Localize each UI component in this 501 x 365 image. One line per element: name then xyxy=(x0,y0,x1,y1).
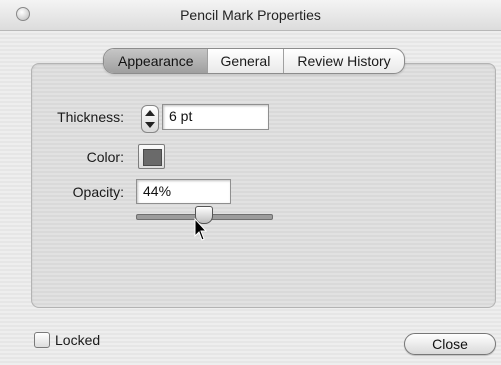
opacity-input[interactable]: 44% xyxy=(136,179,231,204)
thickness-input[interactable]: 6 pt xyxy=(162,104,269,130)
tab-review-history[interactable]: Review History xyxy=(283,49,403,73)
thickness-stepper[interactable] xyxy=(141,105,159,133)
opacity-label: Opacity: xyxy=(72,184,124,200)
window-title: Pencil Mark Properties xyxy=(180,7,321,23)
tab-bar: Appearance General Review History xyxy=(103,48,405,74)
stepper-up-icon[interactable] xyxy=(145,110,155,116)
color-swatch xyxy=(143,149,162,166)
tab-general[interactable]: General xyxy=(206,49,284,73)
tab-appearance[interactable]: Appearance xyxy=(104,49,207,73)
stepper-down-icon[interactable] xyxy=(145,122,155,128)
thickness-label: Thickness: xyxy=(57,109,124,125)
color-label: Color: xyxy=(86,149,124,165)
color-swatch-button[interactable] xyxy=(138,144,165,169)
close-button[interactable]: Close xyxy=(404,333,496,355)
mouse-pointer-icon xyxy=(194,218,208,241)
locked-checkbox[interactable] xyxy=(34,332,50,348)
title-bar: Pencil Mark Properties xyxy=(0,0,501,31)
locked-label: Locked xyxy=(55,332,101,348)
